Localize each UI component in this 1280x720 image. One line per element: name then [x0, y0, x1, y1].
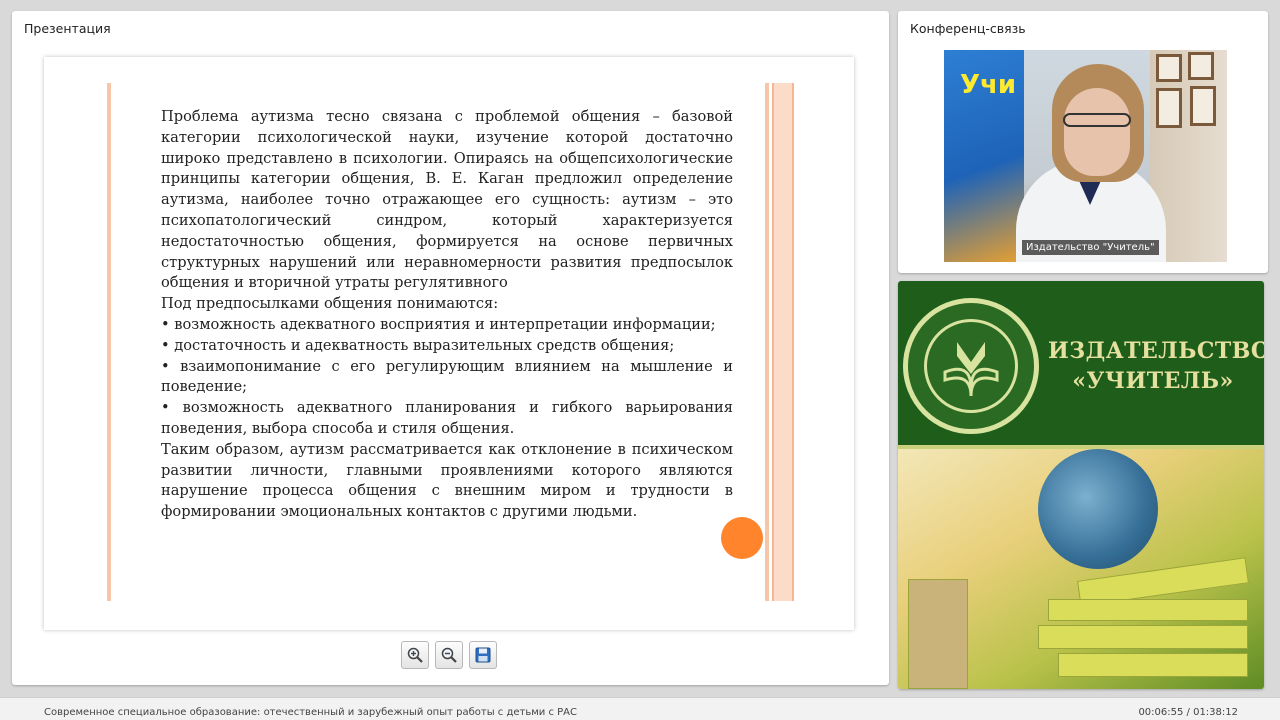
book-image	[1038, 625, 1248, 649]
wall-frame	[1156, 54, 1182, 82]
slide-decor-right-band	[772, 83, 794, 601]
slide-paragraph: Проблема аутизма тесно связана с проблем…	[161, 108, 733, 292]
banner-text: Учи	[960, 70, 1017, 100]
publisher-name: ИЗДАТЕЛЬСТВО «УЧИТЕЛЬ»	[1048, 336, 1264, 396]
speaker-face	[1064, 88, 1130, 176]
presentation-panel-title: Презентация	[24, 21, 111, 36]
laser-pointer-dot	[721, 517, 763, 559]
publisher-banner-top: ИЗДАТЕЛЬСТВО «УЧИТЕЛЬ»	[898, 281, 1264, 449]
slide-bullet: • возможность адекватного планирования и…	[161, 399, 733, 437]
publisher-banner-image	[898, 449, 1264, 689]
video-participant-label: Издательство "Учитель"	[1022, 240, 1159, 255]
slide-bullet: • возможность адекватного восприятия и и…	[161, 315, 716, 333]
publisher-name-line2: «УЧИТЕЛЬ»	[1072, 368, 1234, 394]
book-image	[1048, 599, 1248, 621]
slide-bullet: • достаточность и адекватность выразител…	[161, 336, 675, 354]
slide-decor-right-thin	[765, 83, 769, 601]
book-image	[908, 579, 968, 689]
playback-time: 00:06:55 / 01:38:12	[1138, 707, 1238, 718]
globe-image	[1038, 449, 1158, 569]
book-image	[1058, 653, 1248, 677]
slide-paragraph: Таким образом, аутизм рассматривается ка…	[161, 440, 733, 521]
speaker-glasses	[1063, 113, 1131, 127]
footer-bar: Современное специальное образование: оте…	[0, 697, 1280, 720]
slide-paragraph: Под предпосылками общения понимаются:	[161, 295, 499, 313]
wall-frame	[1156, 88, 1182, 128]
presentation-panel: Презентация Проблема аутизма тесно связа…	[12, 11, 889, 685]
video-background-banner: Учи	[944, 50, 1024, 262]
book-logo-icon	[943, 342, 999, 397]
conference-panel: Конференц-связь Учи Издательство "Учител…	[898, 11, 1268, 273]
slide-text: Проблема аутизма тесно связана с проблем…	[161, 107, 733, 523]
slide-decor-left	[107, 83, 111, 601]
slide-bullet: • взаимопонимание с его регулирующим вли…	[161, 357, 733, 396]
publisher-name-line1: ИЗДАТЕЛЬСТВО	[1048, 338, 1264, 364]
zoom-in-icon	[407, 647, 423, 663]
wall-frame	[1190, 86, 1216, 126]
zoom-out-button[interactable]	[435, 641, 463, 669]
publisher-logo-inner	[924, 319, 1018, 413]
save-icon	[475, 647, 491, 663]
zoom-in-button[interactable]	[401, 641, 429, 669]
conference-panel-title: Конференц-связь	[910, 21, 1026, 36]
presentation-slide: Проблема аутизма тесно связана с проблем…	[44, 57, 854, 630]
webcam-video[interactable]: Учи Издательство "Учитель"	[944, 50, 1227, 262]
wall-frame	[1188, 52, 1214, 80]
publisher-banner: ИЗДАТЕЛЬСТВО «УЧИТЕЛЬ»	[898, 281, 1264, 689]
course-title: Современное специальное образование: оте…	[44, 707, 577, 718]
zoom-out-icon	[441, 647, 457, 663]
publisher-logo-icon	[903, 298, 1039, 434]
save-button[interactable]	[469, 641, 497, 669]
presentation-toolbar	[401, 641, 497, 669]
